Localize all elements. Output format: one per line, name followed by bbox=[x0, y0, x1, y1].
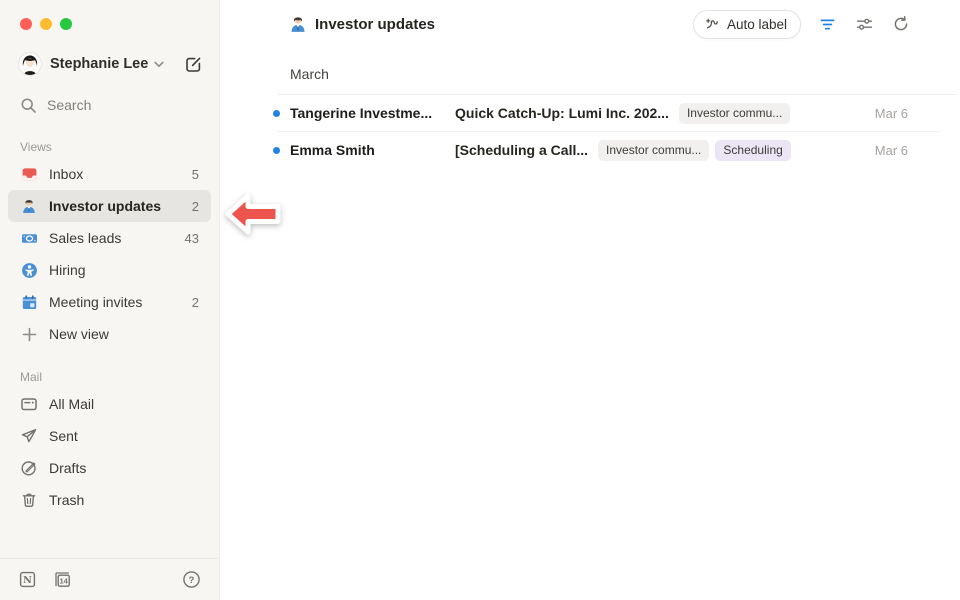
hiring-person-icon bbox=[20, 261, 38, 279]
sidebar-item-hiring[interactable]: Hiring bbox=[8, 254, 211, 286]
chevron-down-icon bbox=[154, 61, 164, 68]
sidebar-item-label: New view bbox=[49, 326, 199, 342]
help-icon[interactable]: ? bbox=[182, 570, 201, 589]
inbox-icon bbox=[20, 165, 38, 183]
sidebar-item-investor-updates[interactable]: Investor updates 2 bbox=[8, 190, 211, 222]
header-actions: Auto label bbox=[693, 10, 912, 39]
sidebar-item-trash[interactable]: Trash bbox=[8, 484, 211, 516]
main-pane: Investor updates Auto label bbox=[220, 0, 960, 600]
email-date: Mar 6 bbox=[863, 106, 908, 121]
calendar-icon bbox=[20, 293, 38, 311]
auto-label-button[interactable]: Auto label bbox=[693, 10, 801, 39]
avatar bbox=[18, 52, 42, 76]
email-date: Mar 6 bbox=[863, 143, 908, 158]
window-controls bbox=[0, 0, 219, 30]
minimize-window-button[interactable] bbox=[40, 18, 52, 30]
svg-text:?: ? bbox=[189, 575, 195, 586]
sidebar-item-label: All Mail bbox=[49, 396, 199, 412]
sidebar-item-label: Sent bbox=[49, 428, 199, 444]
all-mail-icon bbox=[20, 395, 38, 413]
label-tag[interactable]: Scheduling bbox=[715, 140, 790, 161]
sidebar-item-count: 2 bbox=[192, 199, 199, 214]
sidebar-item-label: Meeting invites bbox=[49, 294, 181, 310]
drafts-icon bbox=[20, 459, 38, 477]
mail-section-label: Mail bbox=[20, 370, 219, 384]
plus-icon bbox=[20, 325, 38, 343]
search-input[interactable]: Search bbox=[20, 92, 203, 118]
search-icon bbox=[20, 97, 37, 114]
sidebar-item-label: Inbox bbox=[49, 166, 181, 182]
zoom-window-button[interactable] bbox=[60, 18, 72, 30]
sidebar-item-count: 43 bbox=[185, 231, 199, 246]
email-tags: Investor commu... Scheduling bbox=[598, 140, 791, 161]
svg-text:14: 14 bbox=[60, 577, 69, 586]
email-subject: [Scheduling a Call... bbox=[455, 142, 588, 158]
investor-person-icon bbox=[289, 15, 307, 33]
sidebar: Stephanie Lee Search Views bbox=[0, 0, 220, 600]
notion-logo-icon[interactable]: N bbox=[18, 570, 37, 589]
email-row[interactable]: Tangerine Investme... Quick Catch-Up: Lu… bbox=[220, 95, 960, 131]
sidebar-item-meeting-invites[interactable]: Meeting invites 2 bbox=[8, 286, 211, 318]
sent-icon bbox=[20, 427, 38, 445]
sidebar-item-label: Hiring bbox=[49, 262, 188, 278]
money-bill-icon bbox=[20, 229, 38, 247]
calendar-app-icon[interactable]: 14 bbox=[53, 570, 72, 589]
svg-text:N: N bbox=[23, 575, 32, 586]
sparkle-wand-icon bbox=[704, 16, 720, 32]
view-header: Investor updates Auto label bbox=[220, 0, 960, 48]
close-window-button[interactable] bbox=[20, 18, 32, 30]
compose-icon[interactable] bbox=[184, 55, 203, 74]
email-tags: Investor commu... bbox=[679, 103, 790, 124]
sidebar-item-new-view[interactable]: New view bbox=[8, 318, 211, 350]
trash-icon bbox=[20, 491, 38, 509]
label-tag[interactable]: Investor commu... bbox=[679, 103, 790, 124]
unread-dot bbox=[273, 110, 280, 117]
page-title: Investor updates bbox=[315, 16, 435, 33]
sidebar-item-label: Sales leads bbox=[49, 230, 174, 246]
sidebar-item-all-mail[interactable]: All Mail bbox=[8, 388, 211, 420]
email-sender: Emma Smith bbox=[290, 142, 440, 158]
list-section-label: March bbox=[220, 48, 960, 94]
sliders-icon[interactable] bbox=[853, 13, 875, 35]
investor-person-icon bbox=[20, 197, 38, 215]
sidebar-item-count: 5 bbox=[192, 167, 199, 182]
unread-dot bbox=[273, 147, 280, 154]
views-section-label: Views bbox=[20, 140, 219, 154]
sidebar-item-sales-leads[interactable]: Sales leads 43 bbox=[8, 222, 211, 254]
account-switcher[interactable]: Stephanie Lee bbox=[18, 50, 203, 78]
filter-icon[interactable] bbox=[816, 13, 838, 35]
sidebar-item-sent[interactable]: Sent bbox=[8, 420, 211, 452]
email-row[interactable]: Emma Smith [Scheduling a Call... Investo… bbox=[220, 132, 960, 168]
refresh-icon[interactable] bbox=[890, 13, 912, 35]
auto-label-button-label: Auto label bbox=[727, 17, 787, 32]
search-placeholder: Search bbox=[47, 97, 91, 113]
account-name: Stephanie Lee bbox=[50, 56, 148, 72]
email-subject: Quick Catch-Up: Lumi Inc. 202... bbox=[455, 105, 669, 121]
sidebar-item-label: Trash bbox=[49, 492, 199, 508]
sidebar-item-label: Drafts bbox=[49, 460, 199, 476]
label-tag[interactable]: Investor commu... bbox=[598, 140, 709, 161]
email-sender: Tangerine Investme... bbox=[290, 105, 440, 121]
sidebar-item-count: 2 bbox=[192, 295, 199, 310]
sidebar-item-drafts[interactable]: Drafts bbox=[8, 452, 211, 484]
sidebar-item-inbox[interactable]: Inbox 5 bbox=[8, 158, 211, 190]
sidebar-footer: N 14 ? bbox=[0, 558, 219, 600]
sidebar-item-label: Investor updates bbox=[49, 198, 181, 214]
